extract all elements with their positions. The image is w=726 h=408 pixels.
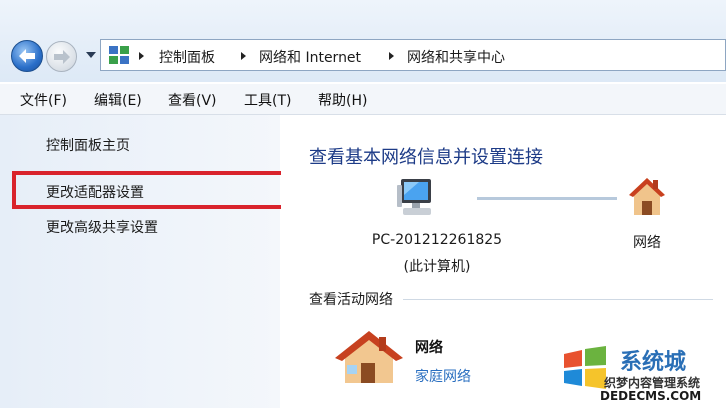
forward-arrow-icon [54,50,70,64]
navigation-bar: 控制面板 网络和 Internet 网络和共享中心 [0,0,726,82]
breadcrumb-separator-icon[interactable] [389,52,394,60]
sidebar-item-change-advanced-sharing[interactable]: 更改高级共享设置 [46,217,158,237]
highlight-box [12,171,304,209]
computer-icon[interactable] [397,177,437,219]
section-divider [403,299,713,300]
windows-logo-icon [564,346,606,389]
menu-bar: 文件(F) 编辑(E) 查看(V) 工具(T) 帮助(H) [0,84,726,115]
watermark-title: 系统城 [620,350,687,375]
recent-pages-dropdown-icon[interactable] [86,52,96,58]
task-pane: 控制面板主页 更改适配器设置 更改高级共享设置 [0,115,280,408]
menu-file[interactable]: 文件(F) [20,90,67,110]
back-button[interactable] [11,40,43,72]
home-network-icon[interactable] [333,329,405,387]
breadcrumb-network-sharing-center[interactable]: 网络和共享中心 [407,47,505,67]
back-arrow-icon [19,49,35,63]
menu-edit[interactable]: 编辑(E) [94,90,142,110]
control-panel-icon [109,46,129,64]
menu-view[interactable]: 查看(V) [168,90,217,110]
watermark: 系统城 织梦内容管理系统 DEDECMS.COM [560,344,720,404]
sidebar-item-control-panel-home[interactable]: 控制面板主页 [46,135,130,155]
address-bar[interactable]: 控制面板 网络和 Internet 网络和共享中心 [100,39,726,71]
computer-subtitle: (此计算机) [403,259,471,275]
active-networks-heading: 查看活动网络 [309,292,393,308]
page-title: 查看基本网络信息并设置连接 [309,147,543,168]
breadcrumb-separator-icon[interactable] [139,52,144,60]
breadcrumb-network-internet[interactable]: 网络和 Internet [259,47,361,67]
breadcrumb-control-panel[interactable]: 控制面板 [159,47,215,67]
breadcrumb-separator-icon[interactable] [241,52,246,60]
network-house-icon[interactable] [627,175,667,219]
connection-line [477,197,617,200]
menu-help[interactable]: 帮助(H) [318,90,367,110]
computer-name: PC-201212261825 [371,232,503,248]
watermark-url: DEDECMS.COM [600,389,702,403]
forward-button[interactable] [46,41,77,72]
network-label: 网络 [633,235,661,251]
active-network-name[interactable]: 网络 [415,337,443,357]
menu-tools[interactable]: 工具(T) [244,90,291,110]
network-type-link[interactable]: 家庭网络 [415,366,471,386]
